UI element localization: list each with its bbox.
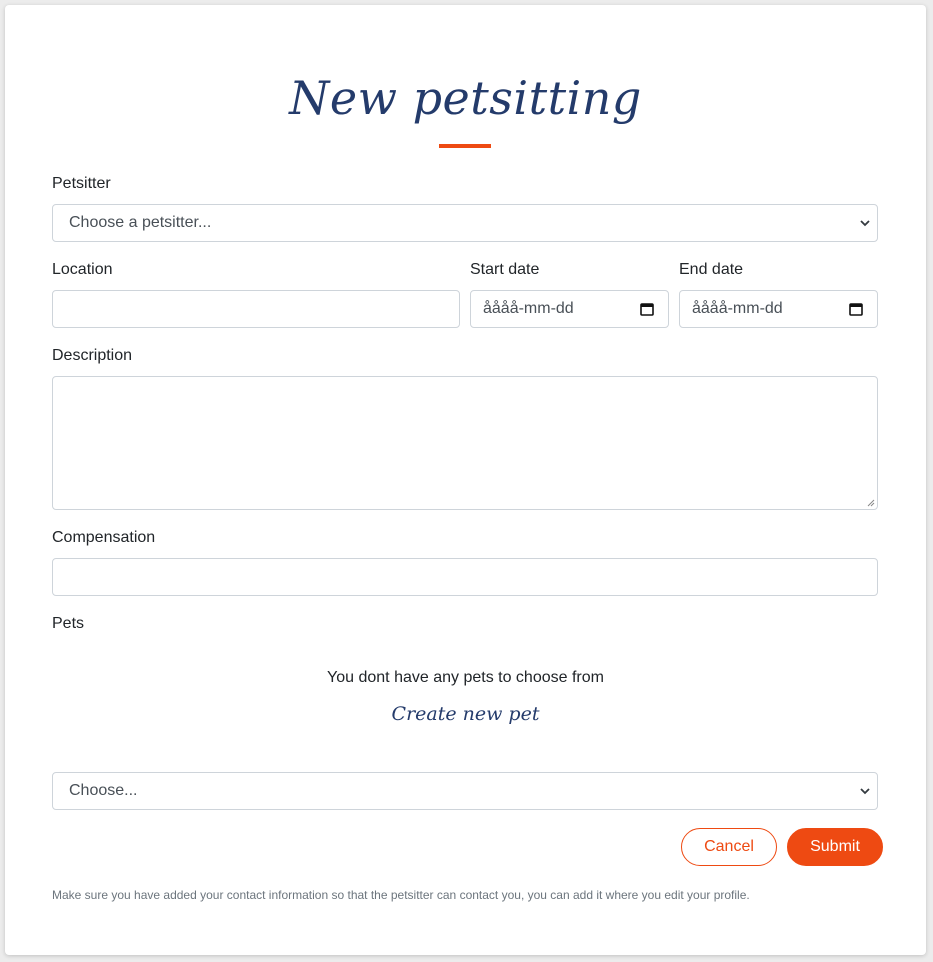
- pets-label: Pets: [52, 615, 85, 632]
- submit-button[interactable]: Submit: [787, 828, 883, 866]
- end-date-label: End date: [679, 261, 744, 278]
- location-input[interactable]: [52, 290, 460, 328]
- cancel-button[interactable]: Cancel: [681, 828, 777, 866]
- title-underline: [439, 144, 491, 148]
- resize-handle-icon[interactable]: [865, 497, 875, 507]
- pets-select-value: Choose...: [69, 782, 138, 799]
- end-date-input[interactable]: åååå-mm-dd: [679, 290, 878, 328]
- no-pets-message: You dont have any pets to choose from: [327, 669, 604, 686]
- page-title: New petsitting: [289, 71, 642, 125]
- description-label: Description: [52, 347, 133, 364]
- chevron-down-icon: [860, 788, 870, 795]
- calendar-icon[interactable]: [849, 302, 863, 316]
- start-date-label: Start date: [470, 261, 540, 278]
- create-new-pet-link[interactable]: Create new pet: [5, 703, 926, 725]
- start-date-placeholder: åååå-mm-dd: [483, 300, 574, 317]
- description-textarea[interactable]: [52, 376, 878, 510]
- location-label: Location: [52, 261, 113, 278]
- compensation-label: Compensation: [52, 529, 156, 546]
- start-date-input[interactable]: åååå-mm-dd: [470, 290, 669, 328]
- calendar-icon[interactable]: [640, 302, 654, 316]
- compensation-input[interactable]: [52, 558, 878, 596]
- end-date-placeholder: åååå-mm-dd: [692, 300, 783, 317]
- contact-info-note: Make sure you have added your contact in…: [52, 888, 750, 902]
- chevron-down-icon: [860, 220, 870, 227]
- petsitter-select[interactable]: Choose a petsitter...: [52, 204, 878, 242]
- petsitter-label: Petsitter: [52, 175, 111, 192]
- petsitter-select-value: Choose a petsitter...: [69, 214, 212, 231]
- form-card: New petsitting Petsitter Choose a petsit…: [5, 5, 926, 955]
- pets-select[interactable]: Choose...: [52, 772, 878, 810]
